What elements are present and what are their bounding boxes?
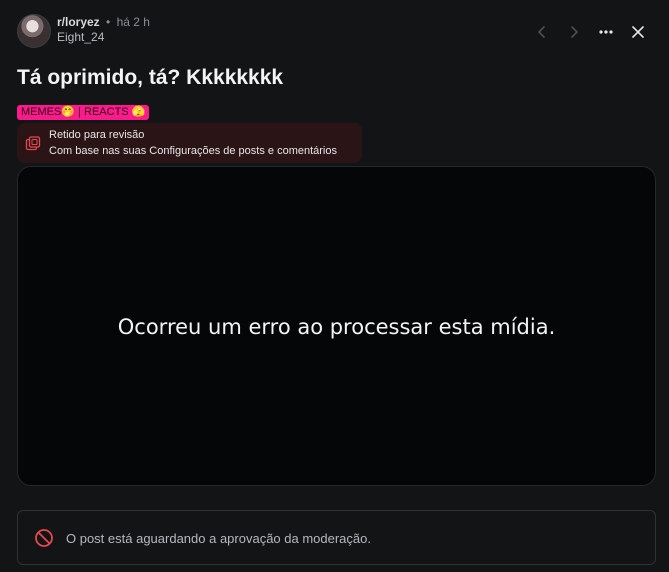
previous-post-button[interactable] <box>528 18 556 46</box>
post-flair[interactable]: MEMES🤭 | REACTS 🫣 <box>17 105 150 120</box>
post-header: r/loryez • há 2 h Eight_24 <box>17 14 652 50</box>
more-horizontal-icon <box>599 30 613 34</box>
status-message: O post está aguardando a aprovação da mo… <box>66 531 371 546</box>
subreddit-avatar[interactable] <box>17 14 51 48</box>
post-title: Tá oprimido, tá? Kkkkkkkk <box>17 66 284 89</box>
close-icon <box>632 26 644 38</box>
chevron-left-icon <box>538 26 545 38</box>
post-detail-panel: r/loryez • há 2 h Eight_24 Tá oprimido, … <box>0 0 669 572</box>
moderation-status-bar: O post está aguardando a aprovação da mo… <box>17 510 656 565</box>
close-button[interactable] <box>624 18 652 46</box>
next-post-button[interactable] <box>560 18 588 46</box>
more-options-button[interactable] <box>592 18 620 46</box>
ban-icon <box>35 529 53 547</box>
meta-separator: • <box>106 15 111 29</box>
notice-description: Com base nas suas Configurações de posts… <box>49 145 337 157</box>
media-container[interactable]: Ocorreu um erro ao processar esta mídia. <box>17 166 656 486</box>
post-time: há 2 h <box>116 15 150 29</box>
moderation-notice: Retido para revisão Com base nas suas Co… <box>17 123 362 163</box>
chevron-right-icon <box>571 26 578 38</box>
review-queue-icon <box>25 136 41 151</box>
subreddit-link[interactable]: r/loryez <box>57 15 100 29</box>
notice-title: Retido para revisão <box>49 129 145 141</box>
media-error-text: Ocorreu um erro ao processar esta mídia. <box>117 315 556 339</box>
author-link[interactable]: Eight_24 <box>57 30 150 45</box>
post-meta: r/loryez • há 2 h Eight_24 <box>57 15 150 45</box>
post-nav <box>524 18 652 46</box>
